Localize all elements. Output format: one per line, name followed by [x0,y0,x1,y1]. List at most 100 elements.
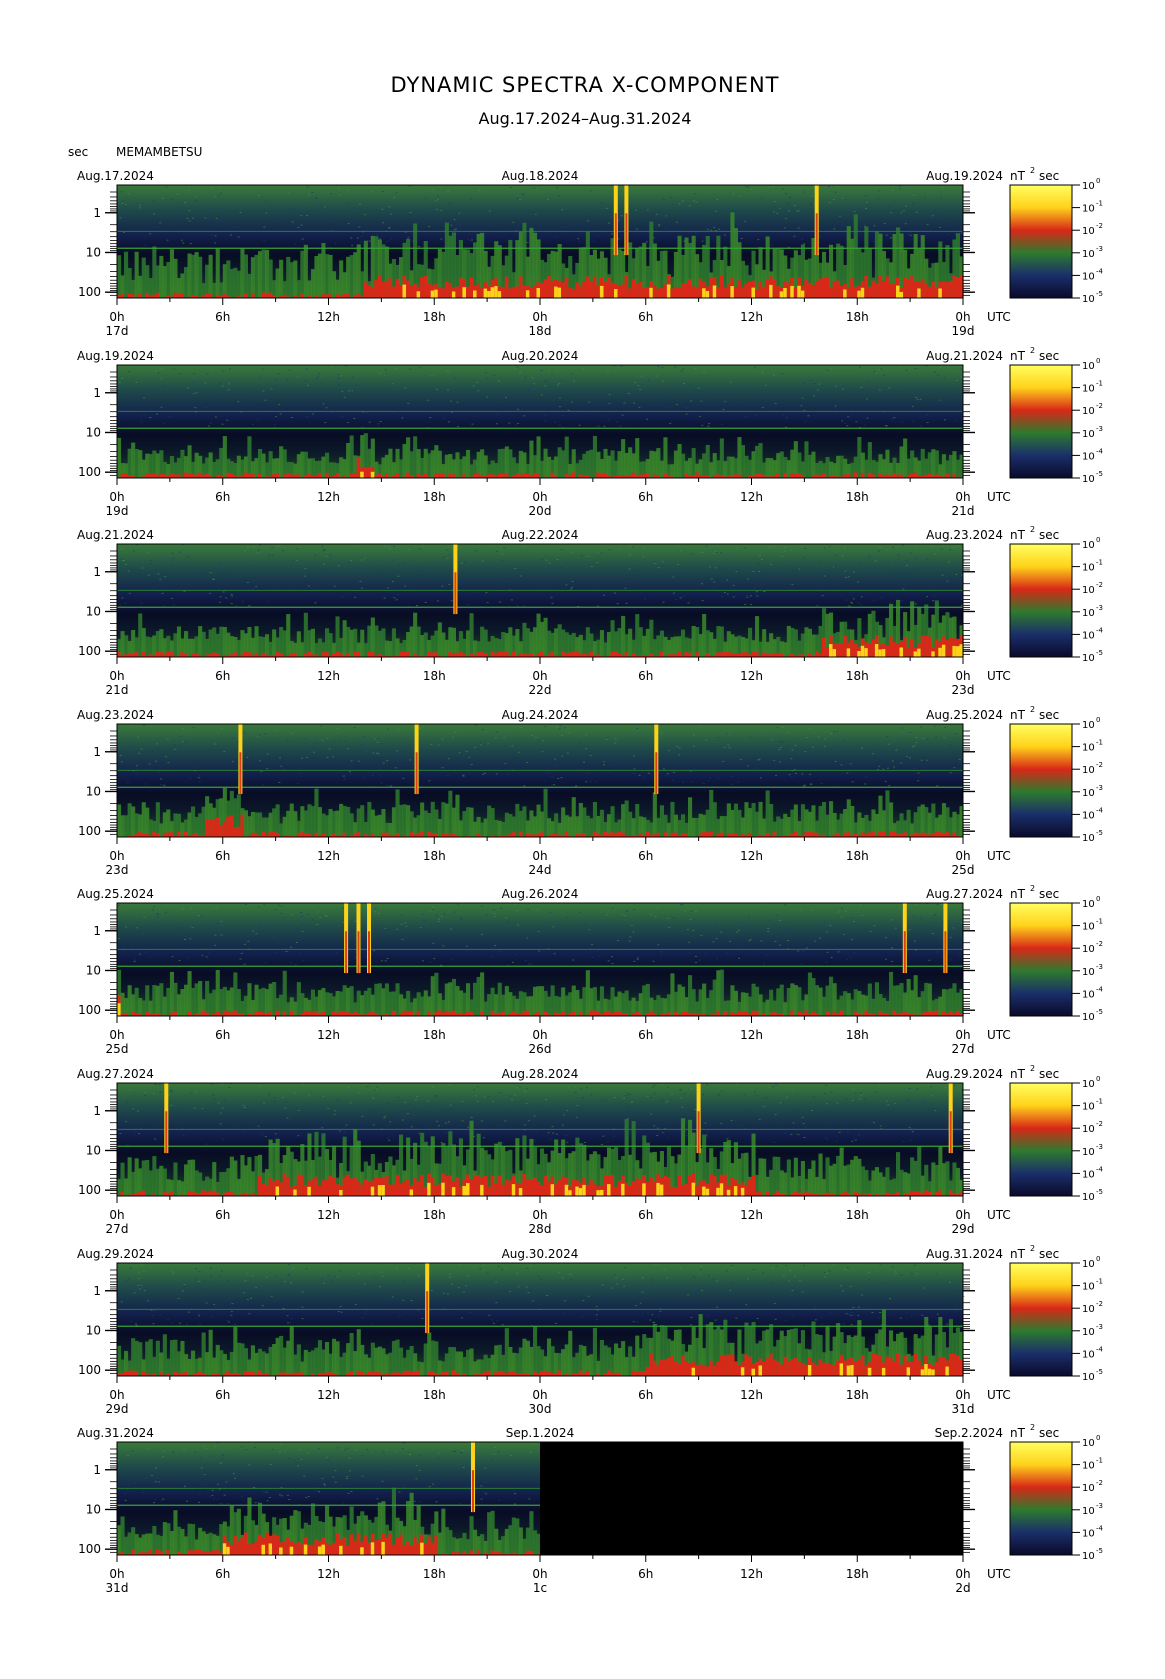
colorbar-unit-exponent: 2 [1030,884,1035,893]
colorbar-tick-base: 10 [1082,653,1095,664]
y-tick-label: 100 [78,1003,101,1017]
colorbar-unit: nT [1010,887,1026,901]
spike-core [625,213,628,256]
x-tick-label: 18h [846,669,869,683]
colorbar-tick-base: 10 [1082,1012,1095,1023]
x-tick-label: 6h [638,1388,653,1402]
x-tick-label: 12h [317,490,340,504]
colorbar-tick-exponent: -1 [1096,1278,1103,1286]
colorbar-tick-base: 10 [1082,1259,1095,1270]
x-tick-label: 18h [846,490,869,504]
colorbar-unit-sec: sec [1039,349,1059,363]
colorbar-tick-base: 10 [1082,1551,1095,1562]
y-tick-label: 10 [86,1143,101,1157]
colorbar-tick-base: 10 [1082,1102,1095,1113]
panel-mid-date: Aug.28.2024 [502,1067,579,1081]
utc-label: UTC [987,310,1011,324]
colorbar-unit: nT [1010,349,1026,363]
colorbar-tick-exponent: -1 [1096,200,1103,208]
colorbar-tick-exponent: -2 [1096,1120,1103,1128]
colorbar-tick-base: 10 [1082,271,1095,282]
colorbar-unit-exponent: 2 [1030,346,1035,355]
x-tick-label: 18h [423,1567,446,1581]
colorbar-tick-exponent: -2 [1096,581,1103,589]
spike-core [472,1470,474,1513]
y-tick-label: 10 [86,425,101,439]
panel-mid-date: Aug.18.2024 [502,169,579,183]
day-label: 30d [529,1402,552,1416]
colorbar-tick-exponent: -5 [1096,829,1103,837]
spike-core [454,572,457,615]
y-tick-label: 1 [93,1104,101,1118]
y-tick-label: 1 [93,206,101,220]
panel-right-date: Sep.2.2024 [935,1426,1003,1440]
colorbar-tick-exponent: -4 [1096,1345,1104,1353]
x-tick-label: 12h [317,1388,340,1402]
colorbar-tick-exponent: -4 [1096,447,1104,455]
colorbar-tick-base: 10 [1082,1438,1095,1449]
colorbar [1009,723,1073,838]
y-tick-label: 10 [86,1323,101,1337]
x-tick-label: 6h [638,849,653,863]
colorbar-unit-sec: sec [1039,708,1059,722]
panel-right-date: Aug.29.2024 [926,1067,1003,1081]
colorbar-tick-exponent: -3 [1096,784,1103,792]
x-tick-label: 0h [109,1567,124,1581]
spike-core [815,213,818,256]
colorbar-tick-base: 10 [1082,249,1095,260]
colorbar-tick-exponent: -2 [1096,222,1103,230]
colorbar-tick-exponent: -3 [1096,1143,1103,1151]
colorbar-tick-exponent: -5 [1096,1188,1103,1196]
colorbar-tick-exponent: -5 [1096,290,1103,298]
day-label: 21d [106,683,129,697]
spectra-figure: DYNAMIC SPECTRA X-COMPONENT Aug.17.2024–… [68,73,1104,1595]
y-tick-label: 10 [86,784,101,798]
colorbar-tick-exponent: -1 [1096,380,1103,388]
utc-label: UTC [987,1567,1011,1581]
x-tick-label: 0h [532,1028,547,1042]
colorbar-unit: nT [1010,169,1026,183]
panel-left-date: Aug.27.2024 [77,1067,154,1081]
x-tick-label: 18h [423,669,446,683]
spike-core [944,931,947,974]
x-tick-label: 12h [740,1388,763,1402]
x-tick-label: 12h [317,310,340,324]
panel-left-date: Aug.17.2024 [77,169,154,183]
panel-left-date: Aug.23.2024 [77,708,154,722]
colorbar-tick-exponent: -5 [1096,470,1103,478]
x-tick-label: 0h [532,310,547,324]
utc-label: UTC [987,1388,1011,1402]
colorbar-tick-base: 10 [1082,474,1095,485]
day-label: 31d [952,1402,975,1416]
x-tick-label: 12h [740,1567,763,1581]
colorbar-tick-exponent: 0 [1096,1255,1100,1263]
x-tick-label: 0h [532,1567,547,1581]
x-tick-label: 18h [423,849,446,863]
colorbar-unit: nT [1010,1067,1026,1081]
x-tick-label: 18h [846,849,869,863]
x-tick-label: 0h [532,1208,547,1222]
day-label: 24d [529,863,552,877]
colorbar-unit-exponent: 2 [1030,525,1035,534]
y-tick-label: 100 [78,1542,101,1556]
utc-label: UTC [987,1028,1011,1042]
x-tick-label: 12h [740,849,763,863]
panel-mid-date: Aug.20.2024 [502,349,579,363]
colorbar-tick-base: 10 [1082,788,1095,799]
colorbar-tick-base: 10 [1082,967,1095,978]
utc-label: UTC [987,849,1011,863]
colorbar-tick-base: 10 [1082,585,1095,596]
x-tick-label: 0h [532,849,547,863]
x-tick-label: 6h [215,1388,230,1402]
colorbar-tick-base: 10 [1082,1349,1095,1360]
x-tick-label: 6h [638,1208,653,1222]
x-tick-label: 0h [109,1208,124,1222]
spectrogram-panel: Aug.21.2024 Aug.22.2024 Aug.23.2024 nT 2 sec 1… [77,525,1104,697]
colorbar-tick-base: 10 [1082,294,1095,305]
panel-right-date: Aug.23.2024 [926,528,1003,542]
colorbar-tick-exponent: 0 [1096,357,1100,365]
colorbar-tick-exponent: -4 [1096,267,1104,275]
colorbar-tick-base: 10 [1082,608,1095,619]
colorbar-tick-exponent: 0 [1096,536,1100,544]
no-data-region [540,1442,963,1555]
